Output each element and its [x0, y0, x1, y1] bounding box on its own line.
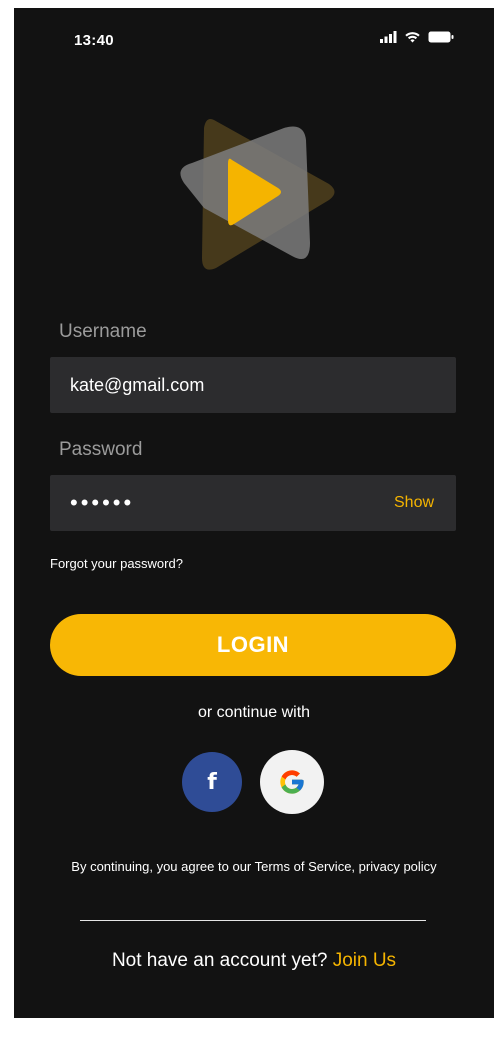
signup-prompt: Not have an account yet? [111, 950, 328, 971]
login-screen: 13:40 Username Password Show [14, 8, 494, 1018]
forgot-password-link[interactable]: Forgot your password? [50, 556, 183, 571]
password-label: Password [59, 439, 143, 460]
username-label: Username [59, 321, 147, 342]
divider [80, 920, 426, 921]
terms-text: By continuing, you agree to our Terms of… [71, 859, 437, 874]
login-button[interactable]: LOGIN [50, 614, 456, 676]
or-continue-text: or continue with [197, 704, 311, 721]
google-icon [280, 770, 304, 794]
play-logo-icon [180, 119, 335, 270]
signal-icon [380, 30, 397, 43]
google-login-button[interactable] [260, 750, 324, 814]
show-password-toggle[interactable]: Show [394, 494, 434, 512]
signup-row: Not have an account yet? Join Us [14, 950, 494, 972]
username-input[interactable] [50, 357, 456, 413]
battery-icon [428, 31, 454, 42]
facebook-icon: f [207, 769, 217, 795]
status-time: 13:40 [74, 32, 114, 49]
join-us-link[interactable]: Join Us [333, 950, 396, 971]
status-icons [380, 30, 454, 43]
wifi-icon [405, 32, 420, 43]
status-bar: 13:40 [14, 8, 494, 68]
facebook-login-button[interactable]: f [182, 752, 242, 812]
